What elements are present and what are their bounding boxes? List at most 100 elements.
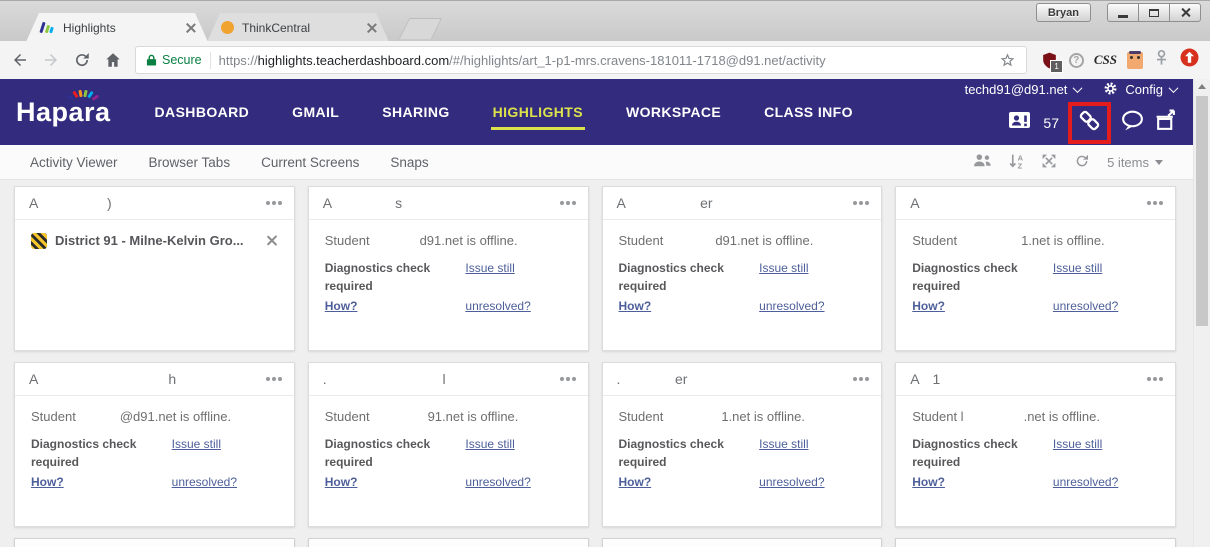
issue-unresolved-link[interactable]: unresolved? [465, 473, 571, 491]
card-header: A h [15, 363, 294, 396]
subnav-activity-viewer[interactable]: Activity Viewer [30, 155, 118, 170]
maximize-button[interactable] [1138, 3, 1170, 22]
issue-unresolved-link[interactable]: Issue still [465, 435, 571, 471]
url-text[interactable]: https://highlights.teacherdashboard.com/… [219, 53, 991, 68]
how-link[interactable]: How? [325, 297, 466, 315]
refresh-icon[interactable] [1074, 153, 1090, 172]
close-button[interactable] [1169, 3, 1201, 22]
forward-icon[interactable] [42, 51, 60, 69]
how-link[interactable]: How? [912, 473, 1053, 491]
card-menu-icon[interactable] [1147, 201, 1151, 205]
back-icon[interactable] [11, 51, 29, 69]
scrollbar-up-button[interactable] [1194, 79, 1210, 94]
items-count-dropdown[interactable]: 5 items [1107, 155, 1163, 170]
character-extension-icon[interactable] [1127, 52, 1143, 69]
tab-title: Highlights [63, 21, 186, 35]
student-offline-line: Studentd91.net is offline. [325, 233, 572, 248]
remove-group-icon[interactable] [267, 235, 278, 246]
issue-unresolved-link[interactable]: unresolved? [465, 297, 571, 315]
issue-unresolved-link[interactable]: unresolved? [759, 473, 865, 491]
menu-class-info[interactable]: CLASS INFO [764, 104, 853, 120]
redacted-gap [76, 413, 120, 421]
minimize-button[interactable] [1107, 3, 1139, 22]
how-link[interactable]: How? [325, 473, 466, 491]
issue-unresolved-link[interactable]: unresolved? [1053, 473, 1159, 491]
scrollbar-thumb[interactable] [1196, 96, 1208, 326]
browser-profile-button[interactable]: Bryan [1036, 3, 1091, 22]
padlock-icon [146, 53, 157, 67]
student-card-body: Student1.net is offline. Diagnostics che… [912, 233, 1159, 315]
diagnostics-block: Diagnostics check required Issue still H… [912, 259, 1159, 315]
issue-unresolved-link[interactable]: Issue still [759, 259, 865, 295]
card-header: A ) [15, 187, 294, 220]
subnav-current-screens[interactable]: Current Screens [261, 155, 359, 170]
issue-unresolved-link[interactable]: Issue still [172, 435, 278, 471]
hapara-logo[interactable]: Hapara [16, 97, 111, 128]
how-link[interactable]: How? [31, 473, 172, 491]
student-alerts-icon[interactable] [1008, 110, 1034, 135]
gear-icon [1103, 81, 1118, 99]
issue-unresolved-link[interactable]: unresolved? [1053, 297, 1159, 315]
config-label[interactable]: Config [1125, 82, 1163, 97]
menu-dashboard[interactable]: DASHBOARD [155, 104, 250, 120]
issue-unresolved-link[interactable]: Issue still [465, 259, 571, 295]
reload-icon[interactable] [73, 51, 91, 69]
ublock-extension-icon[interactable]: 1 [1040, 51, 1059, 70]
expand-icon[interactable] [1041, 153, 1057, 172]
tab-close-icon[interactable] [186, 23, 196, 33]
menu-sharing[interactable]: SHARING [382, 104, 449, 120]
account-email[interactable]: techd91@d91.net [965, 82, 1068, 97]
diagnostics-label: Diagnostics check required [912, 259, 1053, 295]
how-link[interactable]: How? [619, 473, 760, 491]
help-extension-icon[interactable] [1069, 53, 1084, 68]
new-tab-button[interactable] [399, 18, 442, 39]
card-menu-icon[interactable] [560, 377, 564, 381]
card-body: Student@d91.net is offline. Diagnostics … [15, 396, 294, 526]
subnav-browser-tabs[interactable]: Browser Tabs [149, 155, 231, 170]
issue-unresolved-link[interactable]: unresolved? [759, 297, 865, 315]
bookmark-star-icon[interactable] [999, 52, 1016, 69]
student-prefix: Student [619, 409, 664, 424]
home-icon[interactable] [104, 51, 122, 69]
how-link[interactable]: How? [912, 297, 1053, 315]
red-arrow-extension-icon[interactable] [1180, 48, 1199, 72]
student-card-body: Studentd91.net is offline. Diagnostics c… [325, 233, 572, 315]
card-menu-icon[interactable] [560, 201, 564, 205]
card-menu-icon[interactable] [1147, 377, 1151, 381]
tab-close-icon[interactable] [367, 23, 377, 33]
tab-thinkcentral[interactable]: ThinkCentral [207, 13, 389, 42]
address-bar[interactable]: Secure https://highlights.teacherdashboa… [135, 46, 1027, 74]
menu-workspace[interactable]: WORKSPACE [626, 104, 721, 120]
cards-grid: A ) District 91 - Milne-Kelvin Gro... A … [14, 186, 1176, 547]
how-link[interactable]: How? [619, 297, 760, 315]
smart-share-icon[interactable] [1154, 109, 1177, 137]
card-menu-icon[interactable] [853, 377, 857, 381]
issue-unresolved-link[interactable]: Issue still [759, 435, 865, 471]
alert-count: 57 [1043, 115, 1059, 131]
menu-gmail[interactable]: GMAIL [292, 104, 339, 120]
page-scrollbar[interactable] [1193, 79, 1210, 547]
css-extension-icon[interactable]: CSS [1094, 52, 1117, 68]
issue-unresolved-link[interactable]: Issue still [1053, 435, 1159, 471]
student-prefix: Student [325, 233, 370, 248]
links-icon[interactable] [1077, 108, 1102, 138]
issue-unresolved-link[interactable]: Issue still [1053, 259, 1159, 295]
chat-icon[interactable] [1120, 109, 1145, 137]
sort-az-icon[interactable]: AZ [1009, 153, 1024, 172]
chevron-down-icon[interactable] [1073, 83, 1083, 93]
hapara-favicon [40, 20, 55, 35]
groups-icon[interactable] [973, 153, 992, 171]
ankh-extension-icon[interactable] [1153, 49, 1170, 71]
student-offline-line: Student@d91.net is offline. [31, 409, 278, 424]
tab-highlights[interactable]: Highlights [26, 13, 208, 42]
diagnostics-label: Diagnostics check required [325, 259, 466, 295]
chevron-down-icon[interactable] [1169, 83, 1179, 93]
card-menu-icon[interactable] [853, 201, 857, 205]
card-menu-icon[interactable] [266, 377, 270, 381]
card-header: A er [603, 187, 882, 220]
issue-unresolved-link[interactable]: unresolved? [172, 473, 278, 491]
menu-highlights[interactable]: HIGHLIGHTS [493, 104, 583, 120]
secure-badge[interactable]: Secure [146, 53, 202, 67]
subnav-snaps[interactable]: Snaps [390, 155, 428, 170]
card-menu-icon[interactable] [266, 201, 270, 205]
